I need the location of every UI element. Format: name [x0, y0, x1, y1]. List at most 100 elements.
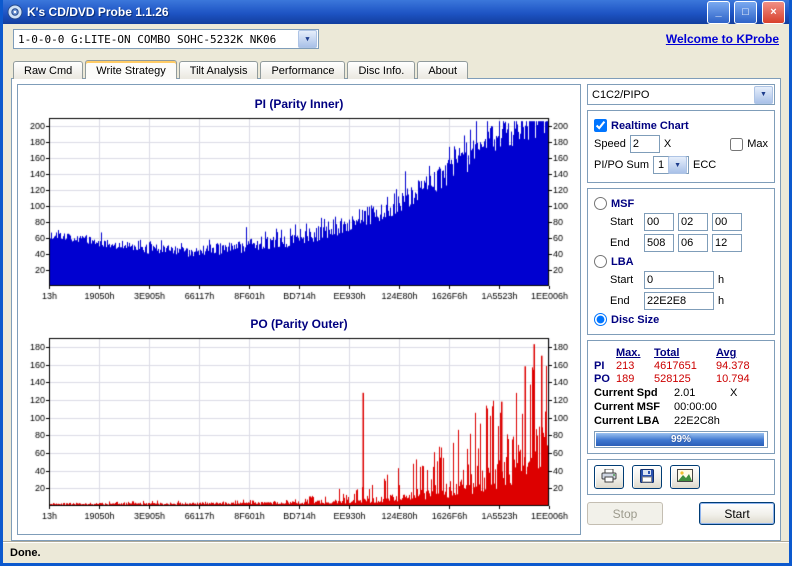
print-icon	[601, 468, 617, 486]
save-icon	[640, 468, 654, 486]
po-results-row: PO 189 528125 10.794	[594, 373, 768, 385]
speed-unit: X	[663, 138, 672, 150]
app-window: K's CD/DVD Probe 1.1.26 _ □ × 1-0-0-0 G:…	[0, 0, 792, 566]
mode-selector[interactable]: C1C2/PIPO ▼	[587, 84, 775, 105]
speed-input[interactable]	[629, 135, 660, 153]
max-speed-checkbox[interactable]	[730, 137, 744, 151]
pipo-sum-unit: ECC	[693, 159, 717, 171]
po-total-value: 528125	[654, 373, 691, 385]
pipo-sum-selector[interactable]: 1 ▼	[653, 156, 690, 174]
po-chart-block: PO (Parity Outer)	[19, 315, 579, 525]
msf-label: MSF	[611, 197, 635, 210]
tab-tilt-analysis[interactable]: Tilt Analysis	[178, 61, 259, 79]
status-bar: Done.	[3, 541, 789, 563]
msf-start-sec-input[interactable]	[678, 213, 708, 231]
max-header: Max.	[616, 347, 641, 359]
po-row-label: PO	[594, 373, 610, 385]
po-max-value: 189	[616, 373, 635, 385]
stop-button[interactable]: Stop	[587, 502, 663, 525]
pi-results-row: PI 213 4617651 94.378	[594, 360, 768, 372]
lba-end-label: End	[610, 295, 630, 307]
current-lba-value: 22E2C8h	[674, 415, 720, 427]
pi-chart-title: PI (Parity Inner)	[254, 96, 344, 111]
close-button[interactable]: ×	[762, 0, 785, 24]
current-speed-unit: X	[730, 387, 738, 399]
results-group: Max. Total Avg PI 213 4617651 94.378 PO …	[587, 340, 775, 454]
current-lba-label: Current LBA	[594, 415, 660, 427]
maximize-button[interactable]: □	[734, 0, 757, 24]
avg-header: Avg	[716, 347, 737, 359]
po-chart-title: PO (Parity Outer)	[250, 317, 348, 332]
minimize-button[interactable]: _	[707, 0, 730, 24]
total-header: Total	[654, 347, 680, 359]
mode-selector-value: C1C2/PIPO	[592, 88, 650, 101]
tab-raw-cmd[interactable]: Raw Cmd	[13, 61, 84, 79]
pi-total-value: 4617651	[654, 360, 697, 372]
tab-strip: Raw Cmd Write Strategy Tilt Analysis Per…	[3, 54, 789, 79]
drive-selector[interactable]: 1-0-0-0 G:LITE-ON COMBO SOHC-5232K NK06 …	[13, 29, 319, 49]
welcome-link[interactable]: Welcome to KProbe	[666, 32, 779, 46]
disc-size-radio[interactable]	[594, 313, 607, 326]
title-bar: K's CD/DVD Probe 1.1.26 _ □ ×	[3, 0, 789, 24]
settings-group: Realtime Chart Speed X Max PI/PO Sum 1 ▼	[587, 110, 775, 183]
current-msf-label: Current MSF	[594, 401, 660, 413]
tools-group	[587, 459, 775, 495]
chevron-down-icon[interactable]: ▼	[298, 30, 317, 48]
realtime-chart-label: Realtime Chart	[611, 119, 689, 132]
save-button[interactable]	[632, 465, 662, 489]
msf-start-frame-input[interactable]	[712, 213, 742, 231]
chevron-down-icon[interactable]: ▼	[754, 85, 773, 104]
pi-chart-canvas	[19, 111, 579, 304]
msf-end-min-input[interactable]	[644, 234, 674, 252]
drive-selector-value: 1-0-0-0 G:LITE-ON COMBO SOHC-5232K NK06	[18, 32, 277, 46]
tab-performance[interactable]: Performance	[260, 61, 346, 79]
progress-label: 99%	[670, 434, 691, 445]
tab-disc-info[interactable]: Disc Info.	[347, 61, 416, 79]
current-speed-label: Current Spd	[594, 387, 658, 399]
tab-write-strategy[interactable]: Write Strategy	[85, 60, 177, 79]
current-speed-value: 2.01	[674, 387, 696, 399]
pi-max-value: 213	[616, 360, 635, 372]
results-header: Max. Total Avg	[594, 347, 768, 359]
msf-end-frame-input[interactable]	[712, 234, 742, 252]
po-chart-canvas	[19, 332, 579, 525]
current-msf-value: 00:00:00	[674, 401, 717, 413]
po-avg-value: 10.794	[716, 373, 750, 385]
msf-radio[interactable]	[594, 197, 607, 210]
start-button[interactable]: Start	[699, 502, 775, 525]
window-title: K's CD/DVD Probe 1.1.26	[27, 5, 169, 19]
msf-start-min-input[interactable]	[644, 213, 674, 231]
lba-label: LBA	[611, 255, 634, 268]
pi-row-label: PI	[594, 360, 605, 372]
realtime-chart-checkbox[interactable]	[594, 119, 607, 132]
side-panel: C1C2/PIPO ▼ Realtime Chart Speed X Max	[587, 84, 775, 535]
msf-end-sec-input[interactable]	[678, 234, 708, 252]
export-image-icon	[677, 469, 693, 485]
pipo-sum-value: 1	[658, 159, 665, 171]
lba-radio[interactable]	[594, 255, 607, 268]
pipo-sum-label: PI/PO Sum	[594, 159, 650, 171]
max-speed-label: Max	[747, 138, 768, 150]
lba-start-label: Start	[610, 274, 634, 286]
print-button[interactable]	[594, 465, 624, 489]
msf-end-label: End	[610, 237, 630, 249]
app-icon	[7, 4, 23, 20]
chevron-down-icon[interactable]: ▼	[668, 156, 688, 174]
current-lba-row: Current LBA 22E2C8h	[594, 415, 768, 427]
progress-bar: 99%	[594, 431, 768, 448]
msf-start-label: Start	[610, 216, 634, 228]
range-group: MSF Start End LBA	[587, 188, 775, 335]
charts-panel: PI (Parity Inner) PO (Parity Outer)	[17, 84, 581, 535]
lba-start-unit: h	[718, 274, 725, 286]
lba-start-input[interactable]	[644, 271, 714, 289]
lba-end-input[interactable]	[644, 292, 714, 310]
lba-end-unit: h	[718, 295, 725, 307]
pi-chart-block: PI (Parity Inner)	[19, 95, 579, 304]
write-strategy-page: PI (Parity Inner) PO (Parity Outer) C1C2…	[11, 78, 781, 541]
tab-about[interactable]: About	[417, 61, 469, 79]
disc-size-label: Disc Size	[611, 313, 660, 326]
toolbar: 1-0-0-0 G:LITE-ON COMBO SOHC-5232K NK06 …	[3, 24, 789, 54]
speed-label: Speed	[594, 138, 626, 150]
save-image-button[interactable]	[670, 465, 700, 489]
current-speed-row: Current Spd 2.01 X	[594, 387, 768, 399]
